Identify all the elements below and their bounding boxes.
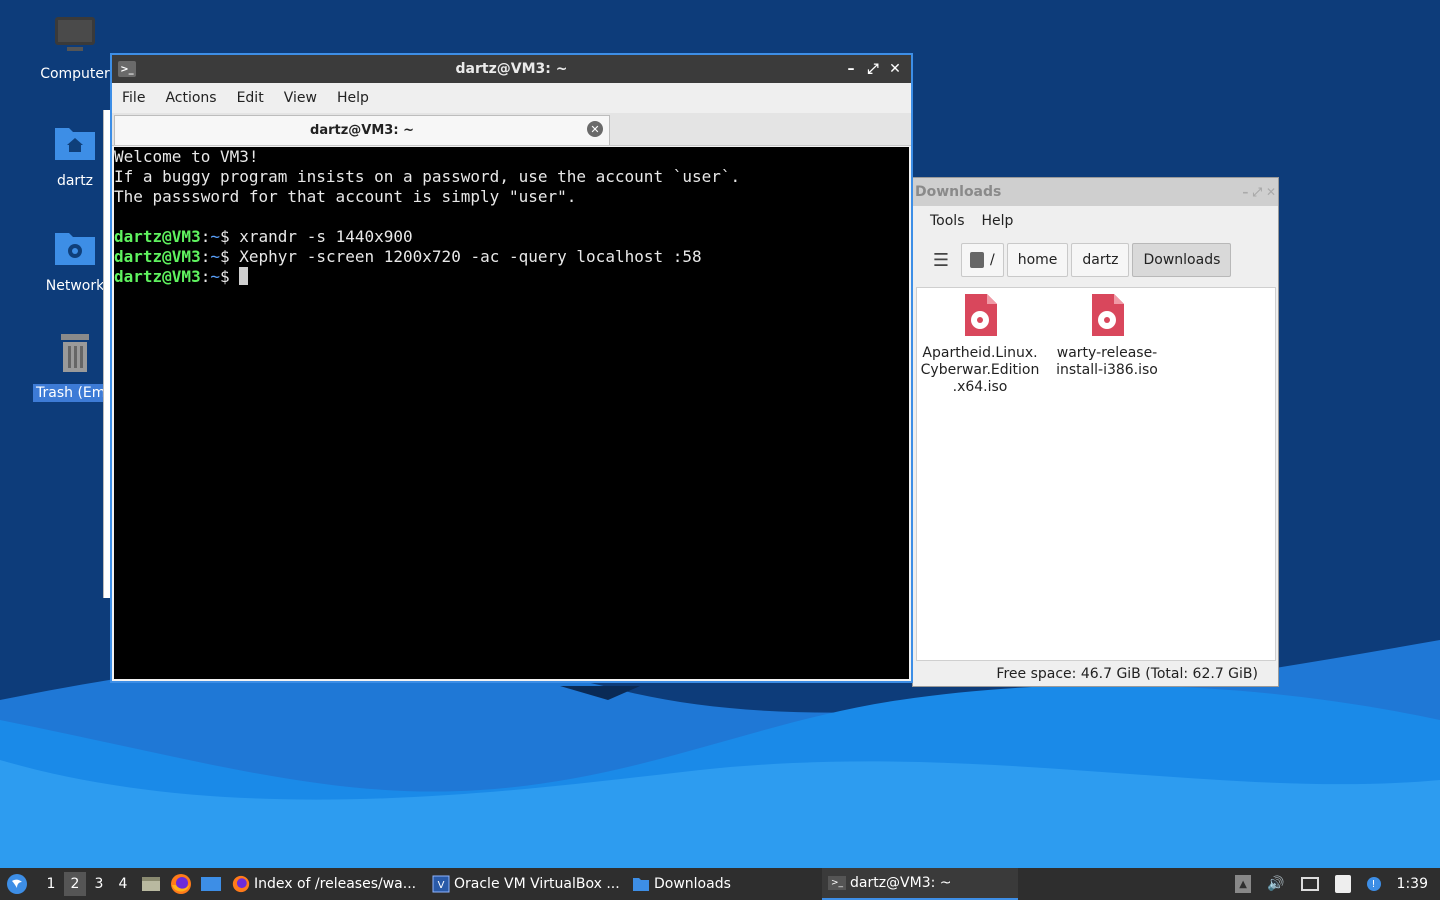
path-button-dartz[interactable]: dartz: [1071, 243, 1130, 277]
terminal-tab[interactable]: dartz@VM3: ~ ✕: [114, 115, 610, 145]
file-item[interactable]: warty-release- install-i386.iso: [1045, 294, 1169, 379]
prompt-symbol: $: [219, 247, 230, 266]
prompt-path: ~: [210, 227, 220, 246]
maximize-icon[interactable]: ⤢: [1252, 185, 1262, 200]
file-name-line: install-i386.iso: [1056, 362, 1158, 378]
firefox-icon: [232, 875, 250, 893]
menu-view[interactable]: View: [274, 90, 327, 106]
desktop-icon-label: Computer: [40, 66, 110, 82]
menu-tools[interactable]: Tools: [913, 213, 974, 229]
file-list: Apartheid.Linux. Cyberwar.Edition .x64.i…: [916, 287, 1276, 661]
volume-icon[interactable]: 🔊: [1267, 876, 1284, 892]
command-line: dartz@VM3:~$ Xephyr -screen 1200x720 -ac…: [114, 247, 702, 266]
view-list-icon[interactable]: ☰: [921, 250, 961, 271]
menu-help[interactable]: Help: [974, 213, 1023, 229]
path-bar: ☰ / home dartz Downloads: [913, 236, 1278, 284]
terminal-titlebar[interactable]: >_ dartz@VM3: ~ – ⤢ ✕: [112, 55, 911, 83]
menu-edit[interactable]: Edit: [227, 90, 274, 106]
prompt-symbol: $: [219, 267, 230, 286]
clock[interactable]: 1:39: [1397, 876, 1428, 892]
window-title: Downloads: [915, 184, 1002, 200]
command-text: xrandr -s 1440x900: [239, 227, 413, 246]
minimize-icon[interactable]: –: [841, 59, 861, 79]
folder-icon: [632, 876, 650, 892]
workspace-3[interactable]: 3: [88, 872, 110, 896]
file-manager-window: Downloads – ⤢ ✕ Tools Help ☰ / home dart…: [912, 177, 1279, 687]
prompt-user: dartz@VM3: [114, 247, 201, 266]
output-line: If a buggy program insists on a password…: [114, 167, 741, 186]
task-label: dartz@VM3: ~: [850, 875, 952, 891]
output-line: Welcome to VM3!: [114, 147, 259, 166]
svg-text:V: V: [438, 880, 445, 891]
text-cursor: [239, 267, 249, 285]
file-manager-launcher-icon[interactable]: [138, 871, 164, 897]
virtualbox-icon: V: [432, 875, 450, 893]
terminal-icon: >_: [118, 61, 136, 77]
task-terminal[interactable]: >_ dartz@VM3: ~: [822, 868, 1018, 900]
menu-actions[interactable]: Actions: [155, 90, 226, 106]
tab-label: dartz@VM3: ~: [310, 123, 414, 138]
minimize-icon[interactable]: –: [1242, 185, 1248, 200]
path-root-button[interactable]: /: [961, 243, 1004, 277]
command-text: Xephyr -screen 1200x720 -ac -query local…: [239, 247, 702, 266]
drive-icon: [970, 252, 984, 268]
prompt-symbol: $: [219, 227, 230, 246]
disc-image-icon: [963, 294, 997, 341]
task-label: Oracle VM VirtualBox ...: [454, 876, 620, 892]
start-menu-icon[interactable]: [4, 871, 30, 897]
task-label: Downloads: [654, 876, 731, 892]
task-browser[interactable]: Index of /releases/wa...: [226, 868, 426, 900]
firefox-launcher-icon[interactable]: [168, 871, 194, 897]
prompt-path: ~: [210, 267, 220, 286]
menu-file[interactable]: File: [112, 90, 155, 106]
notification-icon[interactable]: !: [1366, 877, 1381, 891]
prompt-user: dartz@VM3: [114, 267, 201, 286]
task-label: Index of /releases/wa...: [254, 876, 417, 892]
workspace-2[interactable]: 2: [64, 872, 86, 896]
menu-help[interactable]: Help: [327, 90, 379, 106]
close-icon[interactable]: ✕: [885, 59, 905, 79]
prompt-path: ~: [210, 247, 220, 266]
desktop-icon-label: dartz: [56, 173, 94, 189]
file-name-line: Cyberwar.Edition: [920, 362, 1040, 378]
output-line: The passsword for that account is simply…: [114, 187, 577, 206]
file-item[interactable]: Apartheid.Linux. Cyberwar.Edition .x64.i…: [918, 294, 1042, 396]
system-tray: ▲ 🔊 ! 1:39: [1227, 875, 1440, 893]
show-desktop-icon[interactable]: [198, 871, 224, 897]
workspace-4[interactable]: 4: [112, 872, 134, 896]
desktop-icon-label: Network: [45, 278, 105, 294]
file-name-line: Apartheid.Linux.: [922, 345, 1038, 361]
tab-close-icon[interactable]: ✕: [587, 121, 603, 137]
file-name-line: warty-release-: [1056, 345, 1158, 361]
current-prompt-line: dartz@VM3:~$: [114, 267, 909, 287]
clipboard-icon[interactable]: [1334, 875, 1351, 893]
status-bar: Free space: 46.7 GiB (Total: 62.7 GiB): [996, 666, 1258, 682]
network-tray-icon[interactable]: [1300, 877, 1319, 891]
disc-image-icon: [1090, 294, 1124, 341]
task-virtualbox[interactable]: V Oracle VM VirtualBox ...: [426, 868, 626, 900]
task-downloads[interactable]: Downloads: [626, 868, 822, 900]
prompt-user: dartz@VM3: [114, 227, 201, 246]
terminal-tabbar: dartz@VM3: ~ ✕: [112, 113, 911, 146]
maximize-icon[interactable]: ⤢: [863, 59, 883, 79]
file-manager-titlebar[interactable]: Downloads – ⤢ ✕: [913, 178, 1278, 206]
taskbar: 1 2 3 4 Index of /releases/wa... V Oracl…: [0, 868, 1440, 900]
file-manager-menubar: Tools Help: [913, 206, 1278, 236]
terminal-output[interactable]: Welcome to VM3! If a buggy program insis…: [114, 147, 909, 679]
path-button-downloads[interactable]: Downloads: [1132, 243, 1232, 277]
desktop-icon-label: Trash (Empty): [33, 384, 111, 402]
command-line: dartz@VM3:~$ xrandr -s 1440x900: [114, 227, 413, 246]
window-title: dartz@VM3: ~: [455, 61, 568, 77]
terminal-icon: >_: [828, 876, 846, 890]
path-button-home[interactable]: home: [1006, 243, 1069, 277]
terminal-menubar: File Actions Edit View Help: [112, 83, 911, 113]
file-name-line: .x64.iso: [952, 379, 1008, 395]
workspace-1[interactable]: 1: [40, 872, 62, 896]
tray-up-arrow-icon[interactable]: ▲: [1235, 875, 1252, 893]
close-icon[interactable]: ✕: [1266, 185, 1276, 200]
terminal-window: >_ dartz@VM3: ~ – ⤢ ✕ File Actions Edit …: [110, 53, 913, 683]
